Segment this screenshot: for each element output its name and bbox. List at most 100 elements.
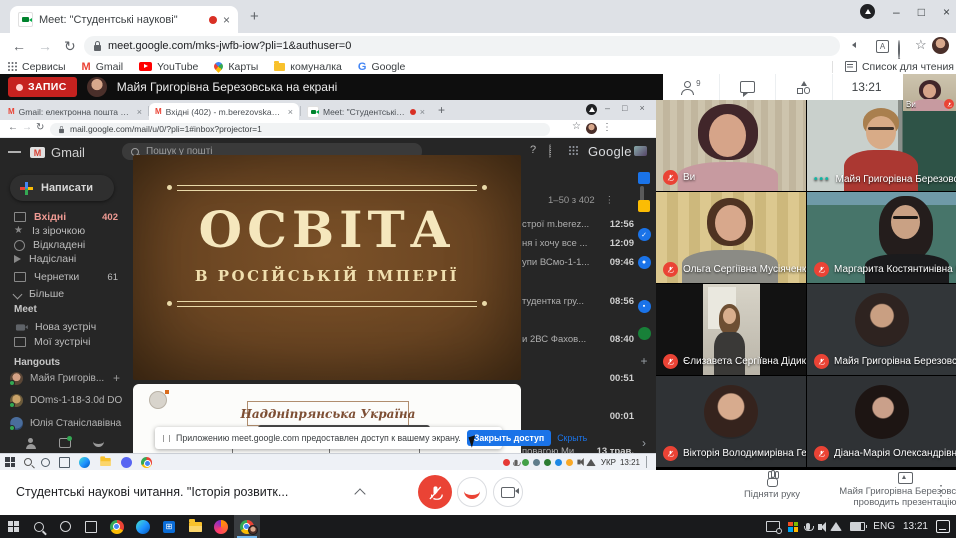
network-tray-icon[interactable] xyxy=(830,522,842,531)
volume-icon[interactable] xyxy=(577,460,580,465)
mute-button[interactable] xyxy=(418,475,452,509)
sidebar-item-sent[interactable]: Надіслані xyxy=(0,252,128,266)
participant-tile[interactable]: Вікторія Володимирівна Герман xyxy=(656,376,806,467)
show-desktop-button[interactable] xyxy=(646,456,651,468)
help-icon[interactable]: ? xyxy=(530,144,536,156)
bookmark-komunalka[interactable]: комуналка xyxy=(274,61,342,73)
translate-icon[interactable]: A xyxy=(876,40,889,53)
participant-tile[interactable]: Єлизавета Сергіївна Дідик xyxy=(656,284,806,375)
close-button[interactable]: × xyxy=(943,5,950,19)
back-button[interactable]: ← xyxy=(8,122,18,133)
colored-app-tray-icon[interactable] xyxy=(788,522,798,532)
hangouts-contact[interactable]: Майя Григорів...+ xyxy=(0,371,128,385)
bookmark-maps[interactable]: Карты xyxy=(214,61,258,73)
gear-icon[interactable] xyxy=(549,145,551,157)
sidebar-item-snoozed[interactable]: Відкладені xyxy=(0,238,128,252)
email-row[interactable]: 00:51 xyxy=(522,373,634,384)
cortana-icon[interactable] xyxy=(41,458,50,467)
cortana-button[interactable] xyxy=(52,515,78,538)
meeting-name[interactable]: Студентські наукові читання. "Історія ро… xyxy=(16,485,288,499)
email-row[interactable]: 00:01 xyxy=(522,411,634,422)
participant-tile[interactable]: Діана-Марія Олександрівна Лю... xyxy=(807,376,956,467)
microphone-tray-icon[interactable] xyxy=(806,523,810,530)
profile-avatar[interactable] xyxy=(932,37,949,54)
screen-record-tray-icon[interactable] xyxy=(766,521,780,532)
bookmark-services[interactable]: Сервисы xyxy=(8,61,66,73)
activities-button[interactable] xyxy=(775,74,832,100)
sidebar-item-more[interactable]: Більше xyxy=(0,287,128,301)
compose-button[interactable]: Написати xyxy=(10,175,114,201)
mic-tray-icon[interactable] xyxy=(514,459,517,465)
sidebar-item-my-meetings[interactable]: Мої зустрічі xyxy=(0,335,128,349)
task-view-button[interactable] xyxy=(78,515,104,538)
shared-tab-inbox[interactable]: M Вхідні (402) - m.berezovska@ku× xyxy=(149,103,299,120)
bookmark-youtube[interactable]: YouTube xyxy=(139,61,198,73)
edge-icon[interactable] xyxy=(79,457,90,468)
start-button[interactable] xyxy=(5,457,15,467)
forward-button[interactable]: → xyxy=(38,38,52,54)
sidebar-item-inbox[interactable]: Вхідні402 xyxy=(0,210,128,224)
side-panel-keep-icon[interactable] xyxy=(637,200,651,212)
chrome-icon[interactable] xyxy=(141,457,152,468)
taskbar-chrome-icon[interactable] xyxy=(104,515,130,538)
task-view-icon[interactable] xyxy=(59,457,70,468)
sidebar-item-drafts[interactable]: Чернетки61 xyxy=(0,270,128,284)
camera-button[interactable] xyxy=(493,477,523,507)
conversations-icon[interactable] xyxy=(59,438,71,448)
taskbar-firefox-icon[interactable] xyxy=(208,515,234,538)
taskbar-search-button[interactable] xyxy=(26,515,52,538)
maximize-button[interactable]: □ xyxy=(622,103,627,113)
tray-icon[interactable] xyxy=(566,459,573,466)
forward-button[interactable]: → xyxy=(22,122,32,133)
action-center-icon[interactable] xyxy=(936,520,950,533)
participants-button[interactable]: 9 xyxy=(663,74,719,100)
volume-tray-icon[interactable] xyxy=(818,524,822,530)
minimize-button[interactable]: – xyxy=(605,103,610,113)
zoom-icon[interactable] xyxy=(898,41,900,59)
participant-tile[interactable]: •••Майя Григорівна Березовська xyxy=(807,100,956,191)
list-menu-icon[interactable]: ⋮ xyxy=(605,195,615,206)
file-explorer-icon[interactable] xyxy=(100,458,110,466)
bookmark-star-icon[interactable]: ☆ xyxy=(572,121,581,132)
bookmark-google[interactable]: GGoogle xyxy=(358,61,405,73)
taskbar-explorer-icon[interactable] xyxy=(182,515,208,538)
hangouts-contact[interactable]: Юлія Станіславівна Рибочок... xyxy=(0,417,128,430)
tray-icon[interactable] xyxy=(503,459,510,466)
app-icon[interactable] xyxy=(121,457,132,468)
side-panel-meet-icon[interactable]: ▪ xyxy=(637,300,651,313)
clock[interactable]: 13:21 xyxy=(620,458,640,467)
browser-menu-icon[interactable]: ⋮ xyxy=(602,122,612,133)
email-row[interactable]: тудентка гру...08:56 xyxy=(522,296,634,307)
reload-button[interactable]: ↻ xyxy=(36,122,44,133)
participant-tile[interactable]: Майя Григорівна Березовська xyxy=(807,284,956,375)
network-icon[interactable] xyxy=(586,458,596,465)
battery-tray-icon[interactable] xyxy=(850,522,865,531)
tray-icon[interactable] xyxy=(544,459,551,466)
browser-update-icon[interactable] xyxy=(860,4,875,19)
contacts-icon[interactable] xyxy=(25,438,37,450)
browser-menu-icon[interactable]: ⋮ xyxy=(951,38,956,54)
chevron-up-icon[interactable] xyxy=(354,488,365,499)
more-options-icon[interactable]: ⋮ xyxy=(934,482,948,499)
participant-tile[interactable]: Маргарита Костянтинівна Мал... xyxy=(807,192,956,283)
tray-icon[interactable] xyxy=(533,459,540,466)
reading-list-button[interactable]: Список для чтения xyxy=(832,61,956,73)
language-indicator[interactable]: УКР xyxy=(601,458,616,467)
bookmark-star-icon[interactable]: ☆ xyxy=(915,37,927,53)
hide-notice-button[interactable]: Скрыть xyxy=(557,433,587,443)
taskbar-chrome-active-window[interactable] xyxy=(234,515,260,538)
sidebar-item-new-meeting[interactable]: Нова зустріч xyxy=(0,320,128,334)
shared-tab-meet[interactable]: Meet: "Студентські наукові" × xyxy=(301,103,431,120)
close-button[interactable]: × xyxy=(639,103,644,113)
side-panel-calendar-icon[interactable] xyxy=(637,172,651,184)
chat-button[interactable] xyxy=(719,74,776,100)
side-panel-contacts-icon[interactable]: ● xyxy=(637,256,651,269)
address-bar[interactable]: meet.google.com/mks-jwfb-iow?pli=1&authu… xyxy=(84,36,840,56)
side-panel-add-icon[interactable]: + xyxy=(637,354,651,368)
new-tab-button[interactable]: + xyxy=(250,8,259,25)
leave-call-button[interactable] xyxy=(457,477,487,507)
close-tab-icon[interactable]: × xyxy=(223,13,230,27)
profile-avatar[interactable] xyxy=(586,123,597,134)
email-row[interactable]: строї m.berez...12:56 xyxy=(522,219,634,230)
reload-button[interactable]: ↻ xyxy=(64,38,76,55)
